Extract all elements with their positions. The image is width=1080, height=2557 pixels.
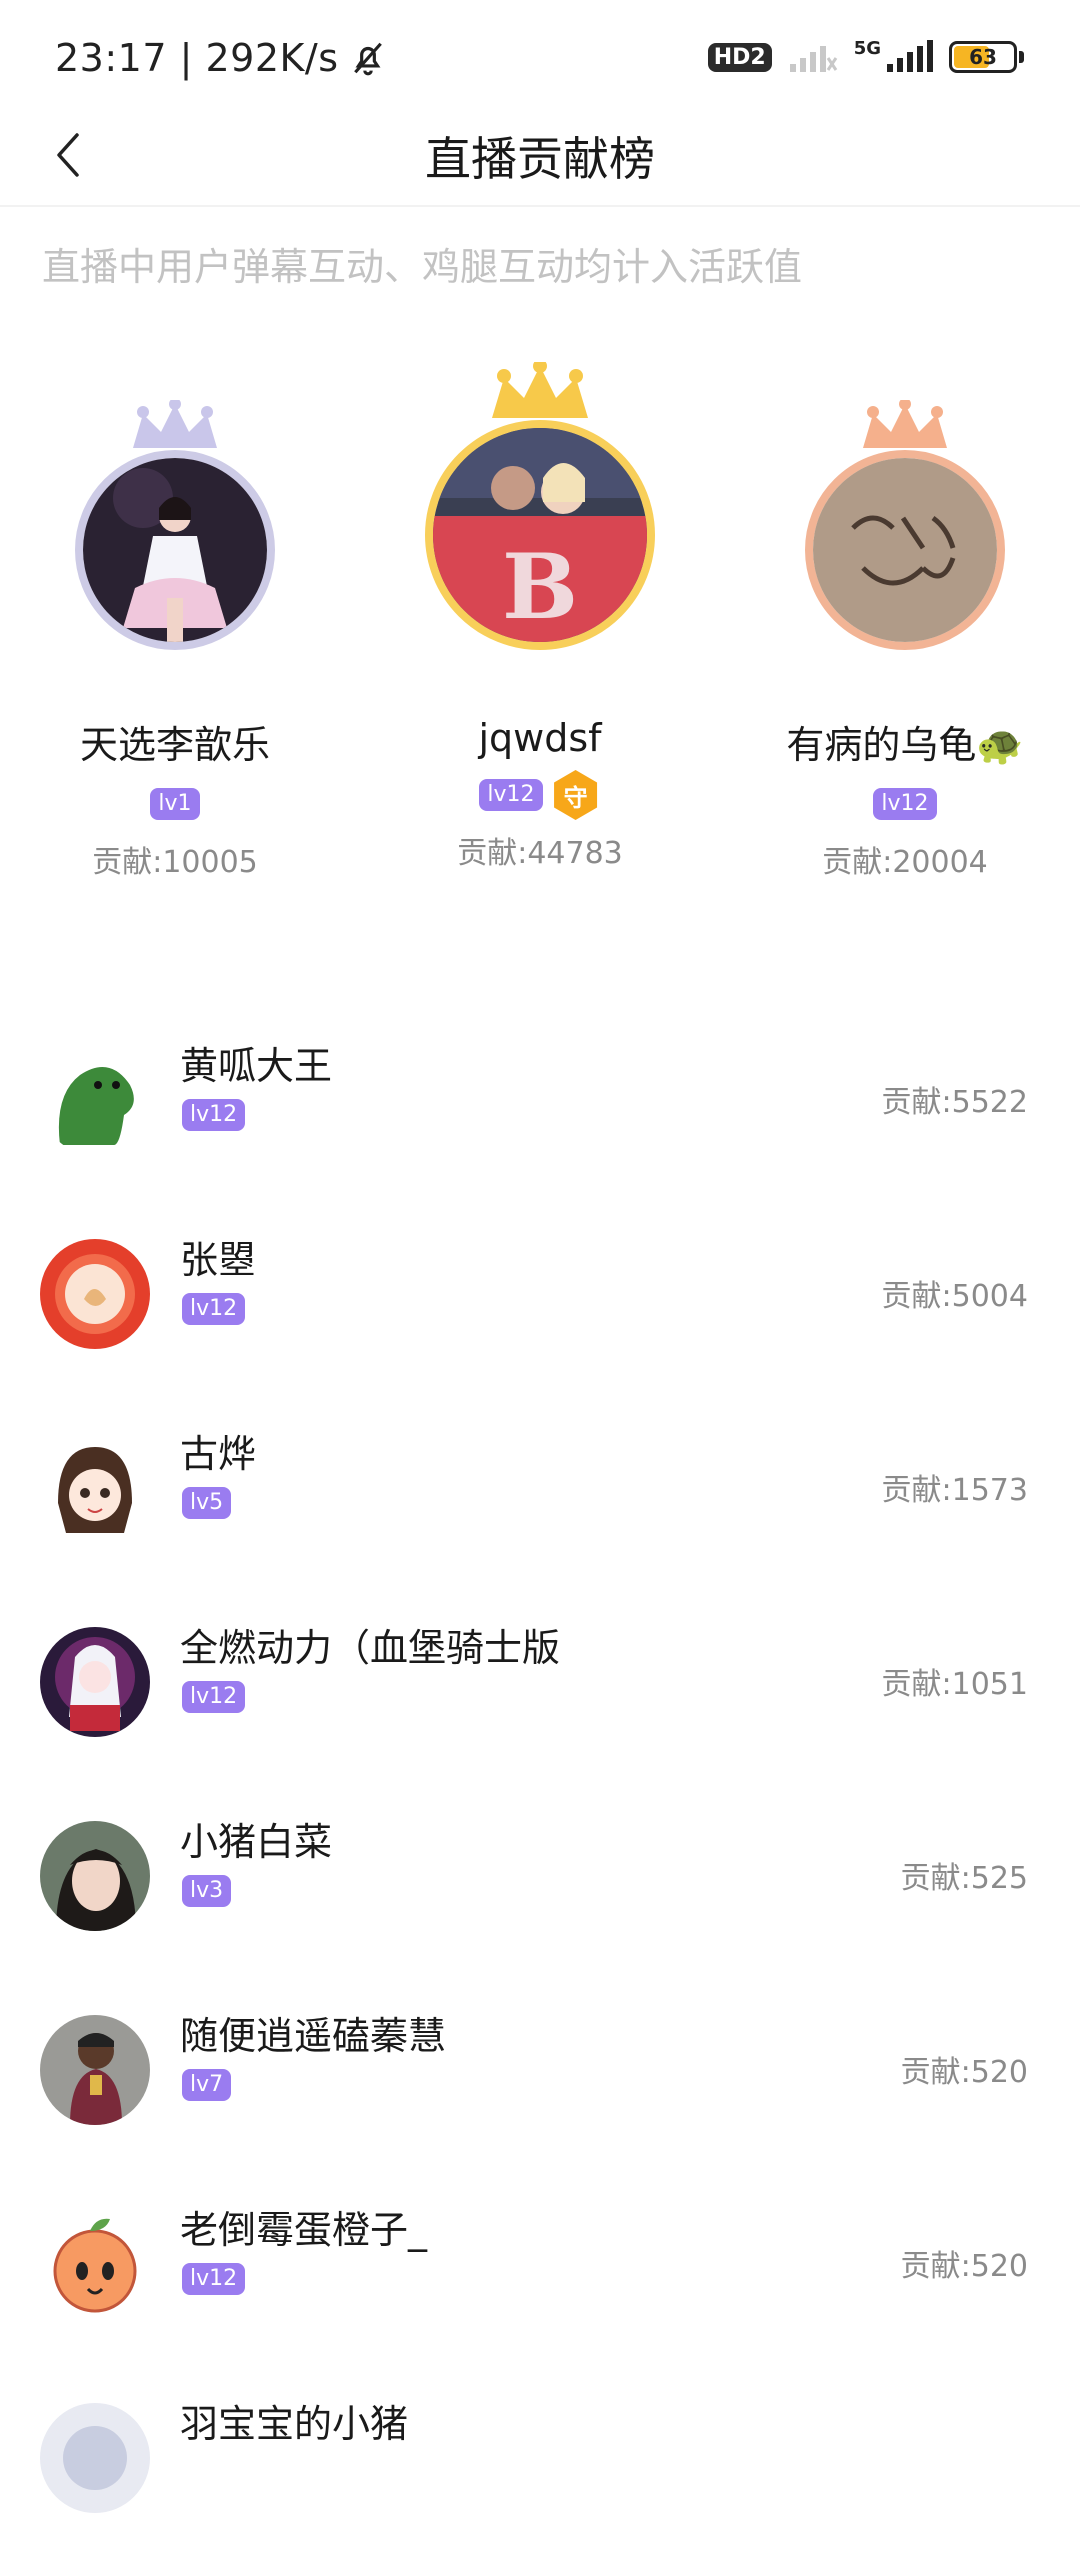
level-badge: lv12 — [182, 1293, 246, 1325]
list-name: 张曌 — [180, 1238, 257, 1282]
svg-text:B: B — [502, 534, 578, 640]
level-badge: lv12 — [182, 1099, 246, 1131]
avatar-image: B — [433, 428, 647, 642]
list-level: lv12 — [182, 2263, 246, 2295]
podium-badges: lv12 — [770, 779, 1040, 829]
avatar: B — [425, 420, 655, 650]
list-item[interactable]: 小猪白菜 lv3 贡献:525 — [0, 1781, 1080, 1975]
battery-percent: 63 — [969, 45, 997, 69]
level-badge: lv5 — [182, 1487, 232, 1519]
list-item[interactable]: 随便逍遥磕蓁慧 lv7 贡献:520 — [0, 1975, 1080, 2169]
list-level: lv3 — [182, 1875, 232, 1907]
podium-name: jqwdsf — [478, 716, 602, 760]
battery-tip — [1019, 51, 1024, 63]
notice-text: 直播中用户弹幕互动、鸡腿互动均计入活跃值 — [42, 245, 803, 289]
list-name: 老倒霉蛋橙子_ — [180, 2208, 428, 2252]
list-item[interactable]: 老倒霉蛋橙子_ lv12 贡献:520 — [0, 2169, 1080, 2363]
guard-badge: 守 — [554, 770, 598, 820]
hd-badge: HD2 — [707, 42, 772, 72]
list-level: lv12 — [182, 1681, 246, 1713]
nav-bar: 直播贡献榜 — [0, 105, 1080, 207]
avatar-image — [40, 1821, 150, 1931]
rank-list: 黄呱大王 lv12 贡献:5522 张曌 lv12 贡献:5004 古烨 lv5… — [0, 1005, 1080, 2557]
list-score: 贡献:5004 — [881, 1279, 1028, 1314]
list-level: lv12 — [182, 1099, 246, 1131]
avatar — [805, 450, 1005, 650]
podium-badges: lv1 — [40, 779, 310, 829]
status-indicators: HD2 5G 63 — [707, 40, 1024, 74]
level-badge: lv12 — [182, 1681, 246, 1713]
list-name: 随便逍遥磕蓁慧 — [180, 2014, 447, 2058]
list-item[interactable]: 羽宝宝的小猪 — [0, 2363, 1080, 2557]
level-badge: lv12 — [182, 2263, 246, 2295]
signal-strong-icon — [887, 40, 933, 72]
list-name: 羽宝宝的小猪 — [180, 2402, 409, 2446]
list-item[interactable]: 古烨 lv5 贡献:1573 — [0, 1393, 1080, 1587]
avatar — [75, 450, 275, 650]
list-score: 贡献:1051 — [881, 1667, 1028, 1702]
avatar-image — [40, 1239, 150, 1349]
podium-name: 天选李歆乐 — [79, 723, 270, 767]
avatar-image — [40, 1045, 150, 1155]
list-item[interactable]: 黄呱大王 lv12 贡献:5522 — [0, 1005, 1080, 1199]
list-name: 黄呱大王 — [180, 1044, 333, 1088]
avatar-image — [40, 2403, 150, 2513]
avatar — [40, 2015, 150, 2125]
status-time: 23:17 | 292K/s — [55, 36, 387, 80]
avatar-wrap — [75, 400, 275, 650]
status-bar: 23:17 | 292K/s HD2 5G 63 — [0, 0, 1080, 120]
list-item[interactable]: 张曌 lv12 贡献:5004 — [0, 1199, 1080, 1393]
list-name: 全燃动力（血堡骑士版 — [180, 1626, 561, 1670]
list-score: 贡献:525 — [900, 1861, 1028, 1896]
podium-score: 贡献:44783 — [457, 836, 623, 871]
list-name: 小猪白菜 — [180, 1820, 333, 1864]
list-level: lv5 — [182, 1487, 232, 1519]
level-badge: lv7 — [182, 2069, 232, 2101]
list-score: 贡献:520 — [900, 2055, 1028, 2090]
avatar — [40, 1045, 150, 1155]
avatar-image — [40, 1433, 150, 1543]
podium-name: 有病的乌龟🐢 — [786, 723, 1024, 767]
avatar-wrap: B — [425, 362, 655, 650]
battery-icon: 63 — [949, 41, 1017, 73]
podium-score: 贡献:20004 — [822, 845, 988, 880]
avatar-image — [813, 458, 997, 642]
battery-group: 63 — [949, 41, 1024, 73]
avatar-image — [40, 2015, 150, 2125]
level-badge: lv1 — [150, 788, 200, 820]
podium-rank-1[interactable]: B jqwdsf lv12 守 贡献:44783 — [400, 362, 680, 872]
avatar — [40, 1821, 150, 1931]
avatar — [40, 1239, 150, 1349]
avatar-image — [40, 1627, 150, 1737]
podium: 天选李歆乐 lv1 贡献:10005 B jqwdsf lv12 守 贡献:44… — [0, 362, 1080, 950]
podium-badges: lv12 守 — [400, 770, 680, 820]
avatar-image — [83, 458, 267, 642]
list-level: lv7 — [182, 2069, 232, 2101]
bell-off-icon — [353, 42, 382, 76]
podium-score: 贡献:10005 — [92, 845, 258, 880]
avatar — [40, 1627, 150, 1737]
avatar-image — [40, 2209, 150, 2319]
level-badge: lv3 — [182, 1875, 232, 1907]
avatar — [40, 2209, 150, 2319]
signal-5g-group: 5G — [854, 40, 933, 74]
avatar-wrap — [805, 400, 1005, 650]
list-score: 贡献:1573 — [881, 1473, 1028, 1508]
level-badge: lv12 — [479, 779, 543, 811]
time-speed-text: 23:17 | 292K/s — [55, 36, 339, 80]
list-level: lv12 — [182, 1293, 246, 1325]
avatar — [40, 1433, 150, 1543]
podium-rank-3[interactable]: 有病的乌龟🐢 lv12 贡献:20004 — [770, 400, 1040, 881]
list-score: 贡献:5522 — [881, 1085, 1028, 1120]
level-badge: lv12 — [873, 788, 937, 820]
list-item[interactable]: 全燃动力（血堡骑士版 lv12 贡献:1051 — [0, 1587, 1080, 1781]
signal-weak-icon — [789, 46, 837, 72]
podium-rank-2[interactable]: 天选李歆乐 lv1 贡献:10005 — [40, 400, 310, 881]
list-score: 贡献:520 — [900, 2249, 1028, 2284]
network-label: 5G — [853, 38, 881, 59]
list-name: 古烨 — [180, 1432, 257, 1476]
page-title: 直播贡献榜 — [425, 132, 655, 186]
avatar — [40, 2403, 150, 2513]
